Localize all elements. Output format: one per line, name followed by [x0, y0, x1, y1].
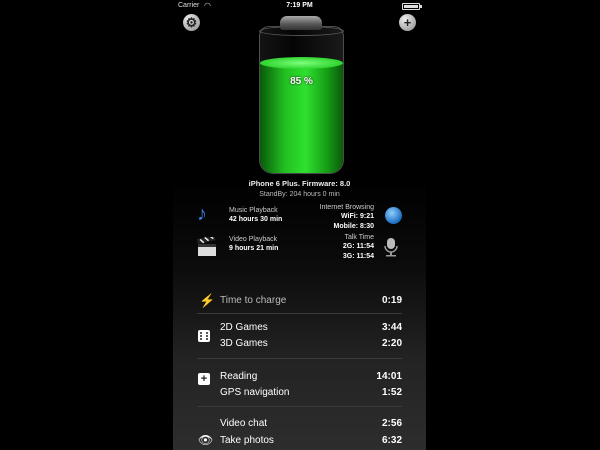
divider: [197, 358, 402, 359]
games-2d-value: 3:44: [381, 322, 402, 333]
games-3d-value: 2:20: [381, 338, 402, 349]
clapperboard-icon: [197, 237, 216, 256]
microphone-icon: [384, 238, 398, 257]
talk-time: Talk Time 2G: 11:54 3G: 11:54: [342, 234, 374, 260]
gear-icon: ⚙: [185, 15, 198, 30]
dice-icon: [198, 330, 210, 342]
reading-label: Reading: [220, 371, 258, 382]
video-chat-label: Video chat: [220, 418, 268, 429]
battery-body: [259, 26, 344, 174]
add-button[interactable]: +: [399, 14, 416, 31]
divider: [197, 406, 402, 407]
music-note-icon: ♪: [197, 203, 207, 225]
charge-value: 0:19: [381, 295, 402, 306]
take-photos-value: 6:32: [381, 435, 402, 446]
games-3d-label: 3D Games: [220, 338, 268, 349]
battery-graphic: 85 %: [256, 16, 347, 176]
plus-icon: +: [403, 15, 412, 30]
music-playback: Music Playback 42 hours 30 min: [229, 207, 283, 223]
status-time: 7:19 PM: [286, 2, 313, 9]
first-aid-icon: +: [198, 373, 210, 385]
video-chat-value: 2:56: [381, 418, 402, 429]
video-playback: Video Playback 9 hours 21 min: [229, 236, 279, 252]
status-bar: Carrier ◠ 7:19 PM: [173, 0, 426, 12]
take-photos-label: Take photos: [220, 435, 274, 446]
reading-value: 14:01: [376, 371, 402, 382]
app-screen: Carrier ◠ 7:19 PM ⚙ + 85 % iPhone 6 Plus…: [173, 0, 426, 450]
standby-time: StandBy: 204 hours 0 min: [259, 191, 340, 198]
status-battery-icon: [402, 3, 422, 10]
gps-value: 1:52: [381, 387, 402, 398]
divider: [197, 313, 402, 314]
games-2d-label: 2D Games: [220, 322, 268, 333]
internet-browsing: Internet Browsing WiFi: 9:21 Mobile: 8:3…: [319, 204, 374, 230]
gps-label: GPS navigation: [220, 387, 290, 398]
battery-cap: [280, 16, 322, 30]
globe-icon: [385, 207, 402, 224]
battery-percent: 85 %: [290, 76, 313, 87]
charge-label: Time to charge: [220, 295, 287, 306]
settings-button[interactable]: ⚙: [183, 14, 200, 31]
lightning-icon: ⚡: [199, 293, 216, 308]
eye-icon: 👁: [198, 433, 214, 447]
device-info: iPhone 6 Plus. Firmware: 8.0: [248, 179, 351, 188]
